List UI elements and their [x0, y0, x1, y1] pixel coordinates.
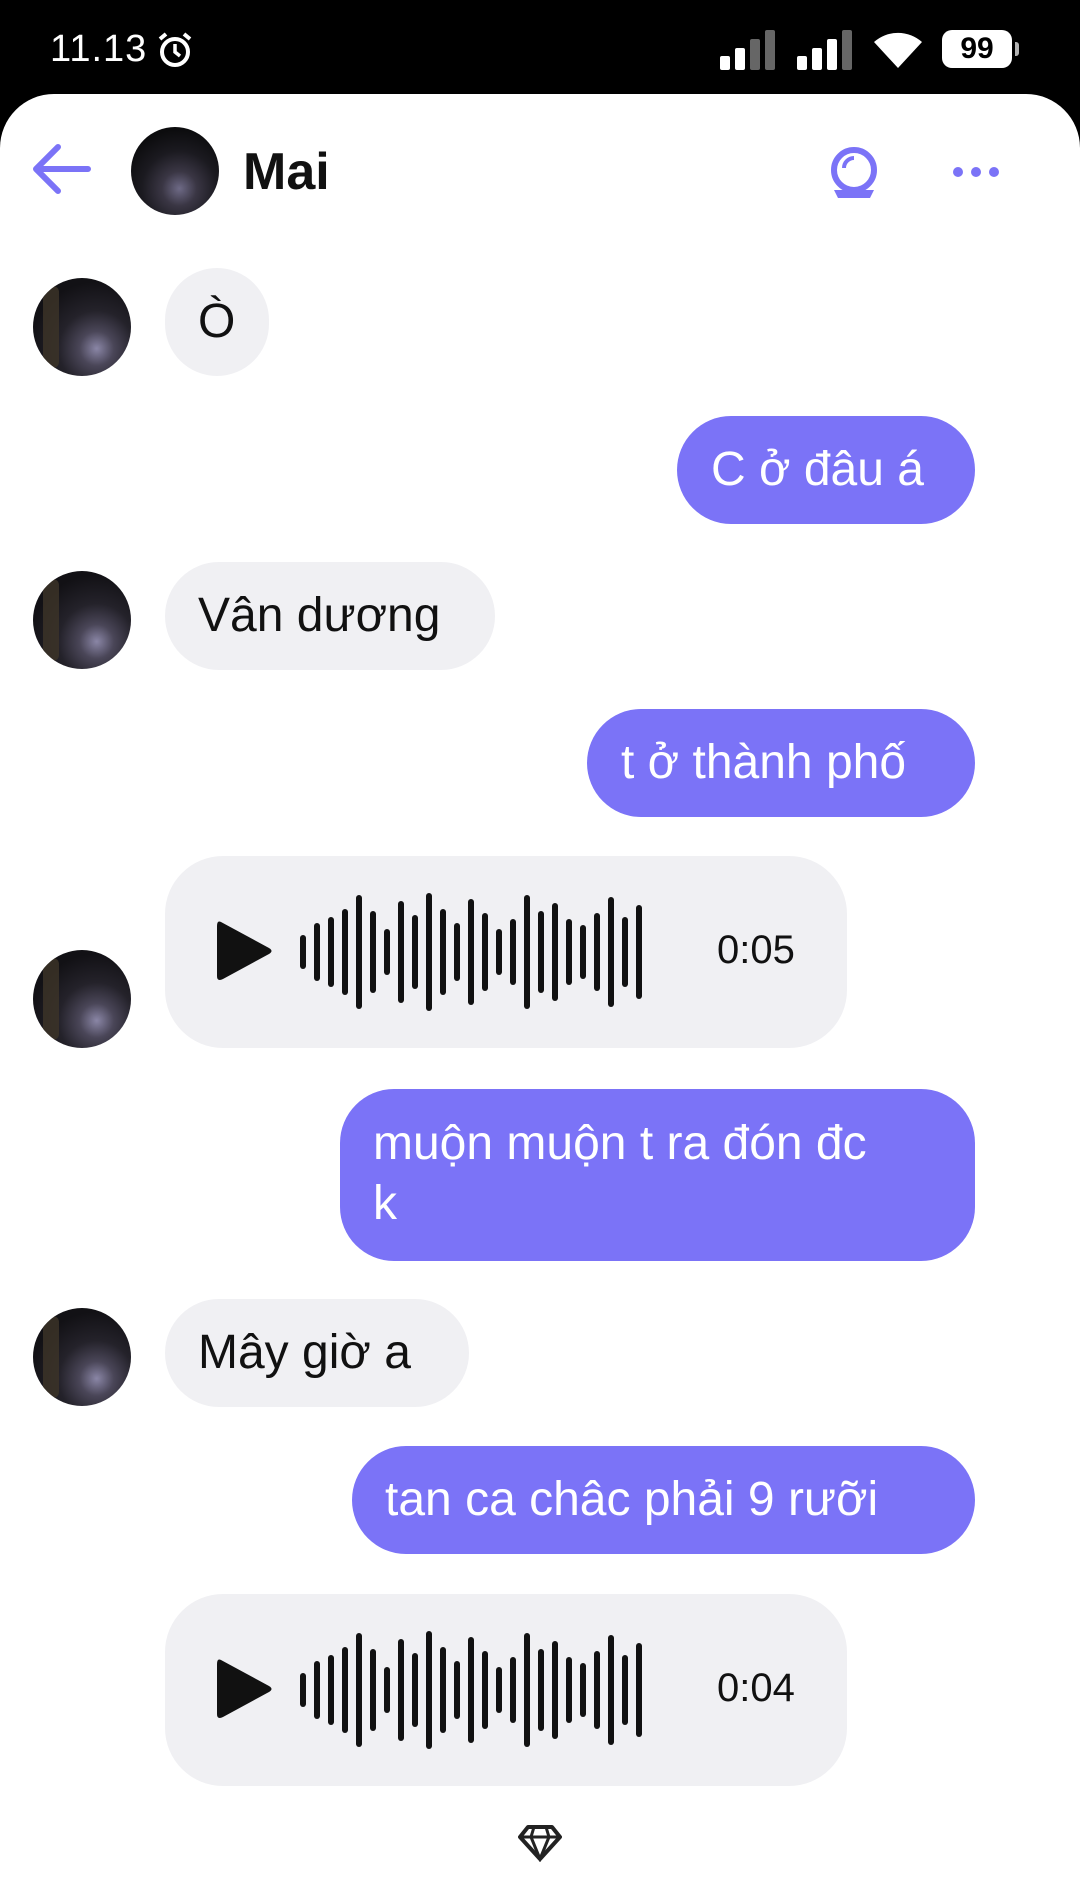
status-bar: 11.13 99: [0, 0, 1080, 94]
sender-avatar[interactable]: [33, 278, 131, 376]
video-call-icon[interactable]: [826, 146, 882, 200]
chat-screen: Mai Ò C ở đâu á Vân dương t ở thành phố: [0, 94, 1080, 1893]
message-bubble-outgoing[interactable]: tan ca châc phải 9 rưỡi: [352, 1446, 975, 1554]
battery-icon: 99: [942, 30, 1019, 68]
message-bubble-outgoing[interactable]: t ở thành phố: [587, 709, 975, 817]
message-text-line: muộn muộn t ra đón đc: [373, 1117, 867, 1170]
more-icon[interactable]: [950, 162, 1002, 182]
contact-avatar[interactable]: [131, 127, 219, 215]
message-bubble-outgoing[interactable]: C ở đâu á: [677, 416, 975, 524]
waveform-icon: [300, 1631, 642, 1749]
voice-duration: 0:05: [717, 928, 795, 972]
signal-icon: [797, 30, 855, 75]
chat-header: Mai: [0, 94, 1080, 244]
play-icon[interactable]: [213, 916, 275, 986]
alarm-icon: [155, 30, 195, 75]
contact-name[interactable]: Mai: [243, 142, 330, 202]
message-bubble-incoming[interactable]: Mây giờ a: [165, 1299, 469, 1407]
diamond-icon[interactable]: [518, 1824, 562, 1863]
sender-avatar[interactable]: [33, 950, 131, 1048]
message-text-line: k: [373, 1177, 397, 1230]
signal-icon: [720, 30, 778, 75]
wifi-icon: [872, 26, 924, 75]
voice-duration: 0:04: [717, 1666, 795, 1710]
message-bubble-outgoing[interactable]: muộn muộn t ra đón đc k: [340, 1089, 975, 1261]
play-icon[interactable]: [213, 1654, 275, 1724]
sender-avatar[interactable]: [33, 571, 131, 669]
back-arrow-icon[interactable]: [28, 139, 94, 199]
voice-message[interactable]: 0:05: [165, 856, 847, 1048]
status-time: 11.13: [50, 28, 148, 70]
message-bubble-incoming[interactable]: Vân dương: [165, 562, 495, 670]
sender-avatar[interactable]: [33, 1308, 131, 1406]
waveform-icon: [300, 893, 642, 1011]
message-bubble-incoming[interactable]: Ò: [165, 268, 269, 376]
voice-message[interactable]: 0:04: [165, 1594, 847, 1786]
